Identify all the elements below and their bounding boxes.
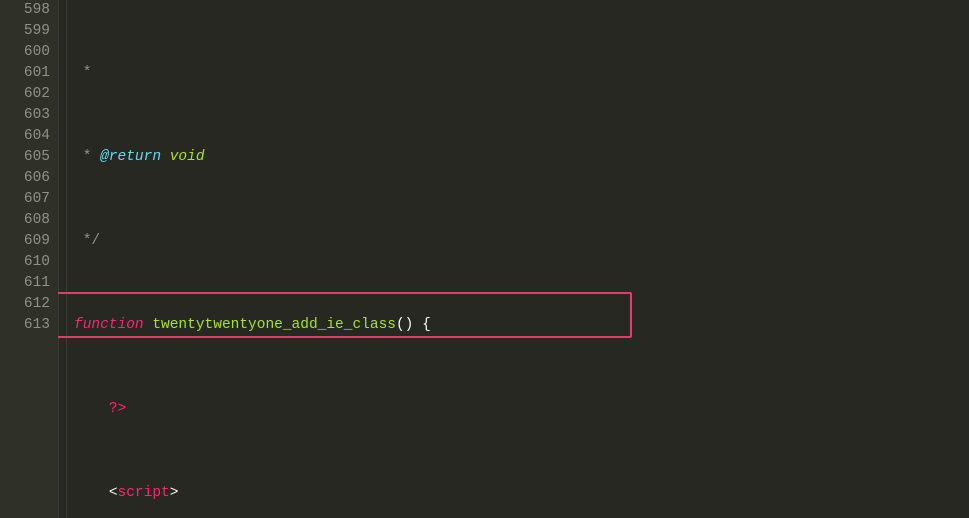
tag-close: > [170, 485, 179, 501]
line-number: 601 [0, 63, 50, 84]
line-number: 598 [0, 0, 50, 21]
fn-name: twentytwentyone_add_ie_class [152, 317, 396, 333]
line-number: 612 [0, 294, 50, 315]
tag-name: script [118, 485, 170, 501]
code-line: ?> [74, 399, 822, 420]
line-number: 605 [0, 147, 50, 168]
code-line: function twentytwentyone_add_ie_class() … [74, 315, 822, 336]
line-number: 602 [0, 84, 50, 105]
kw-function: function [74, 317, 144, 333]
line-number: 600 [0, 42, 50, 63]
line-number: 608 [0, 210, 50, 231]
parens: () [396, 317, 413, 333]
code-line: <script> [74, 483, 822, 504]
comment-star: * [74, 149, 91, 165]
code-line: */ [74, 231, 822, 252]
line-number: 610 [0, 252, 50, 273]
tag-open: < [109, 485, 118, 501]
code-editor[interactable]: 5985996006016026036046056066076086096106… [0, 0, 969, 518]
line-number: 609 [0, 231, 50, 252]
code-line: * @return void [74, 147, 822, 168]
brace-open: { [422, 317, 431, 333]
code-line: * [74, 63, 822, 84]
comment-star: * [74, 65, 91, 81]
line-number: 599 [0, 21, 50, 42]
code-area[interactable]: * * @return void */ function twentytwent… [58, 0, 822, 518]
line-number: 604 [0, 126, 50, 147]
php-close: ?> [109, 401, 126, 417]
line-number: 613 [0, 315, 50, 336]
line-number: 611 [0, 273, 50, 294]
line-number: 606 [0, 168, 50, 189]
line-number: 603 [0, 105, 50, 126]
doc-tag: @return [100, 149, 161, 165]
line-number-gutter: 5985996006016026036046056066076086096106… [0, 0, 58, 518]
doc-type: void [170, 149, 205, 165]
comment-close: */ [74, 233, 100, 249]
line-number: 607 [0, 189, 50, 210]
